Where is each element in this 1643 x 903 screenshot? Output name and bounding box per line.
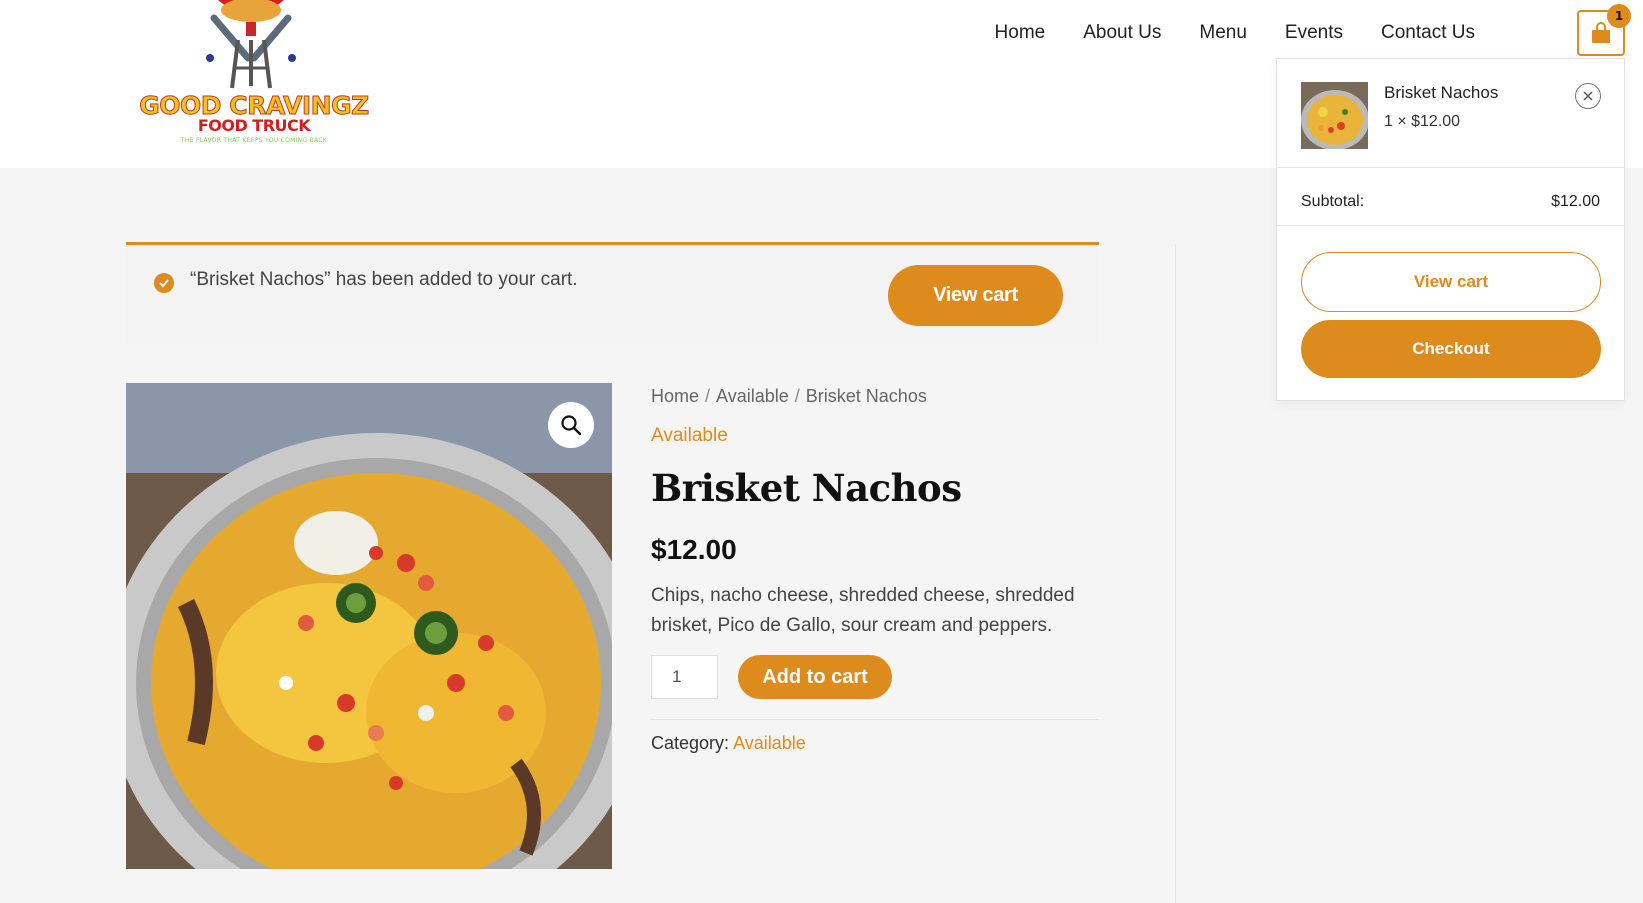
mini-cart-item-quantity: 1 × $12.00 <box>1384 113 1461 130</box>
product-image[interactable] <box>126 383 612 869</box>
nav-item-menu[interactable]: Menu <box>1199 20 1247 46</box>
nav-item-contact-us[interactable]: Contact Us <box>1381 20 1475 46</box>
added-to-cart-notice: “Brisket Nachos” has been added to your … <box>126 242 1099 344</box>
nav-item-events[interactable]: Events <box>1285 20 1343 46</box>
mini-cart-item-thumbnail[interactable] <box>1301 82 1368 149</box>
mini-cart-subtotal-value: $12.00 <box>1551 193 1600 210</box>
product-title: Brisket Nachos <box>651 466 962 510</box>
notice-view-cart-button[interactable]: View cart <box>888 265 1063 326</box>
check-circle-icon <box>154 273 174 293</box>
nachos-product-image <box>126 383 612 869</box>
product-description: Chips, nacho cheese, shredded cheese, sh… <box>651 585 1075 636</box>
grill-logo-icon <box>206 0 296 89</box>
product-meta: Category: Available <box>651 730 1099 756</box>
sidebar-divider <box>1175 244 1176 903</box>
close-icon <box>1583 91 1593 101</box>
breadcrumb-separator: / <box>705 386 711 406</box>
notice-message: “Brisket Nachos” has been added to your … <box>190 269 578 290</box>
breadcrumb: Home / Available / Brisket Nachos <box>651 383 1099 409</box>
logo-subtitle: FOOD TRUCK <box>197 116 311 135</box>
mini-cart-divider <box>1277 225 1626 226</box>
mini-cart-item-name[interactable]: Brisket Nachos <box>1384 83 1498 103</box>
shopping-bag-icon <box>1592 22 1610 43</box>
nav-item-home[interactable]: Home <box>995 20 1046 46</box>
main-nav: Home About Us Menu Events Contact Us <box>957 20 1475 46</box>
product-meta-category-link[interactable]: Available <box>733 733 806 753</box>
nav-item-about-us[interactable]: About Us <box>1083 20 1161 46</box>
mini-cart-subtotal-label: Subtotal: <box>1301 193 1365 210</box>
nachos-thumbnail-image <box>1301 82 1368 149</box>
product-meta-label: Category: <box>651 733 730 753</box>
breadcrumb-current: Brisket Nachos <box>805 386 927 406</box>
header-cart-button[interactable]: 1 <box>1577 4 1631 56</box>
product-price: $12.00 <box>651 534 737 565</box>
mini-cart-view-cart-button[interactable]: View cart <box>1301 252 1601 312</box>
mini-cart-divider <box>1277 167 1626 168</box>
add-to-cart-button[interactable]: Add to cart <box>738 655 892 699</box>
product-summary: Home / Available / Brisket Nachos Available … <box>651 383 1099 756</box>
magnifier-icon <box>561 415 582 436</box>
product-meta-divider <box>651 719 1099 720</box>
mini-cart-checkout-button[interactable]: Checkout <box>1301 320 1601 378</box>
quantity-input[interactable] <box>651 655 718 699</box>
product-category-link[interactable]: Available <box>651 423 1099 449</box>
site-logo[interactable]: GOOD CRAVINGZ FOOD TRUCK THE FLAVOR THAT… <box>136 0 372 150</box>
zoom-button[interactable] <box>548 402 594 448</box>
breadcrumb-separator: / <box>794 386 800 406</box>
cart-count-badge: 1 <box>1607 4 1631 28</box>
breadcrumb-available[interactable]: Available <box>716 386 789 406</box>
mini-cart-remove-button[interactable] <box>1575 83 1601 109</box>
breadcrumb-home[interactable]: Home <box>651 386 699 406</box>
logo-tagline: THE FLAVOR THAT KEEPS YOU COMING BACK <box>180 137 328 144</box>
mini-cart-dropdown: Brisket Nachos 1 × $12.00 Subtotal: $12.… <box>1276 58 1626 401</box>
add-to-cart-form: Add to cart <box>651 655 1099 699</box>
